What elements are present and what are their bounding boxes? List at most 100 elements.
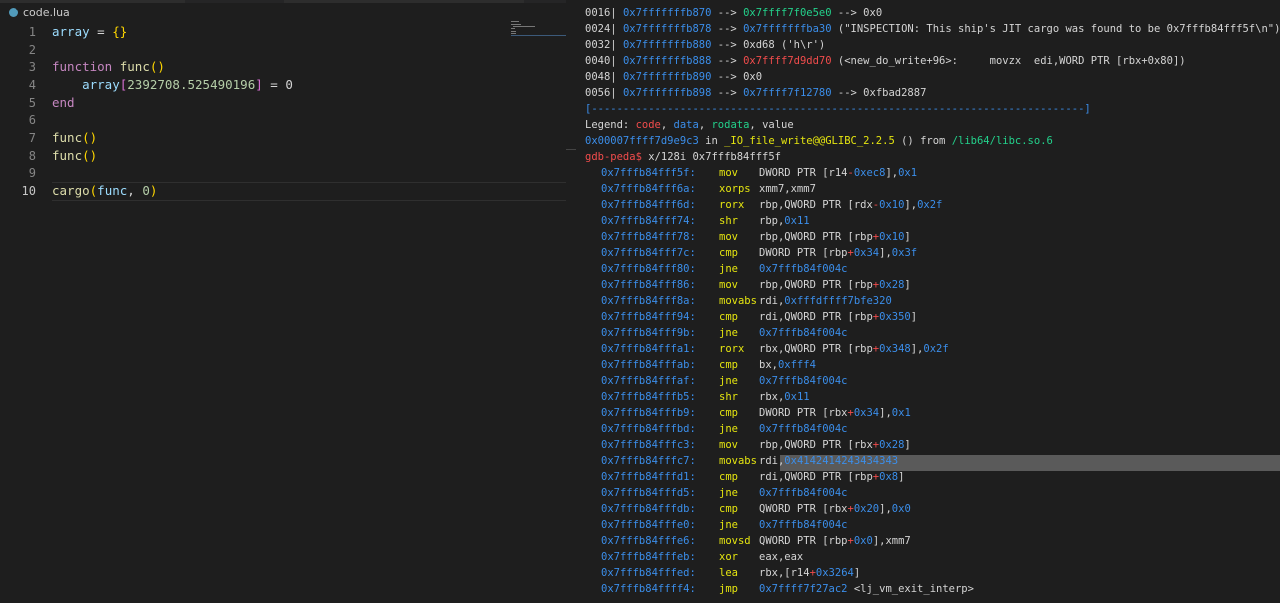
- asm-mnemonic: mov: [719, 279, 738, 291]
- token-brace: {}: [112, 24, 128, 39]
- token-assignment: = 0: [262, 77, 293, 92]
- stopped-line: 0x00007ffff7d9e9c3 in _IO_file_write@@GL…: [585, 133, 1053, 149]
- asm-operands: xmm7,xmm7: [759, 183, 816, 195]
- stack-line: 0056| 0x7fffffffb898 --> 0x7ffff7f12780 …: [585, 85, 926, 101]
- asm-operands: DWORD PTR [r14-0xec8],0x1: [759, 167, 918, 179]
- legend-value: value: [762, 119, 794, 131]
- stack-arrow: -->: [711, 39, 744, 51]
- token-bracket: ]: [255, 77, 263, 92]
- asm-address: 0x7fffb84fffd1:: [601, 471, 696, 483]
- asm-line: 0x7fffb84fffa1: rorx rbx,QWORD PTR [rbp+0x…: [601, 341, 949, 357]
- legend-rodata: rodata: [711, 119, 750, 131]
- asm-mnemonic: cmp: [719, 471, 738, 483]
- code-line-8[interactable]: func(): [52, 147, 97, 165]
- asm-operands: rbx,[r14+0x3264]: [759, 567, 861, 579]
- token-keyword: function: [52, 59, 113, 74]
- divider-mark: [566, 149, 576, 150]
- asm-mnemonic: cmp: [719, 407, 738, 419]
- asm-mnemonic: cmp: [719, 311, 738, 323]
- line-number-current: 10: [21, 184, 36, 198]
- minimap[interactable]: [510, 20, 566, 36]
- asm-line: 0x7fffb84fff6a: xorps xmm7,xmm7: [601, 181, 816, 197]
- split-divider[interactable]: [566, 0, 576, 603]
- code-line-5[interactable]: end: [52, 94, 75, 112]
- token-function: func: [119, 59, 150, 74]
- asm-address: 0x7fffb84fff8a:: [601, 295, 696, 307]
- asm-line: 0x7fffb84fffc7: movabs rdi,0x4142414243434…: [601, 453, 898, 469]
- line-number: 7: [28, 131, 36, 145]
- legend-code: code: [635, 119, 661, 131]
- asm-address: 0x7fffb84fffc7:: [601, 455, 696, 467]
- code-line-7[interactable]: func(): [52, 129, 97, 147]
- asm-operands: rbp,QWORD PTR [rdx-0x10],0x2f: [759, 199, 943, 211]
- editor-tab-code-lua[interactable]: code.lua: [0, 3, 120, 22]
- token-paren: (): [82, 148, 98, 163]
- asm-address: 0x7fffb84fff6d:: [601, 199, 696, 211]
- code-editor[interactable]: code.lua 1 2 3 4 5 6 7 8 9 10 array = {}…: [0, 0, 566, 603]
- stack-detail: (<new_do_write+96>: movzx edi,WORD PTR […: [831, 55, 1186, 67]
- stack-detail: ('h\r'): [774, 39, 826, 51]
- stack-offset: 0056|: [585, 87, 623, 99]
- asm-line: 0x7fffb84fffeb: xor eax,eax: [601, 549, 803, 565]
- asm-mnemonic: jne: [719, 487, 738, 499]
- stack-offset: 0016|: [585, 7, 623, 19]
- line-number: 8: [28, 149, 36, 163]
- asm-mnemonic: movabs: [719, 455, 757, 467]
- tab-label: code.lua: [23, 6, 70, 19]
- asm-line: 0x7fffb84fffe6: movsd QWORD PTR [rbp+0x0],…: [601, 533, 911, 549]
- stack-detail: --> 0xfbad2887: [831, 87, 927, 99]
- asm-mnemonic: lea: [719, 567, 738, 579]
- stopped-library: /lib64/libc.so.6: [951, 135, 1053, 147]
- asm-address: 0x7fffb84fffed:: [601, 567, 696, 579]
- asm-line: 0x7fffb84fffaf: jne 0x7fffb84f004c: [601, 373, 848, 389]
- stack-address: 0x7fffffffb888: [622, 55, 712, 67]
- token-paren: (): [149, 59, 165, 74]
- asm-operands: 0x7fffb84f004c: [759, 375, 848, 387]
- code-line-3[interactable]: function func(): [52, 58, 165, 76]
- asm-line: 0x7fffb84fff74: shr rbp,0x11: [601, 213, 810, 229]
- asm-operands: DWORD PTR [rbx+0x34],0x1: [759, 407, 911, 419]
- asm-operands: rdi,QWORD PTR [rbp+0x350]: [759, 311, 918, 323]
- stopped-function: _IO_file_write@@GLIBC_2.2.5: [724, 135, 895, 147]
- legend-data: data: [673, 119, 699, 131]
- asm-address: 0x7fffb84fffa1:: [601, 343, 696, 355]
- token-comma: ,: [127, 183, 143, 198]
- gdb-prompt: gdb-peda$: [585, 151, 642, 163]
- stack-value: 0x0: [743, 71, 763, 83]
- asm-operands: rdi,0xfffdffff7bfe320: [759, 295, 892, 307]
- asm-operands: rdi,QWORD PTR [rbp+0x8]: [759, 471, 905, 483]
- stack-detail: --> 0x0: [831, 7, 883, 19]
- asm-address: 0x7fffb84fffb5:: [601, 391, 696, 403]
- asm-line: 0x7fffb84fff86: mov rbp,QWORD PTR [rbp+0x2…: [601, 277, 911, 293]
- stack-address: 0x7fffffffb890: [622, 71, 712, 83]
- terminal-panel[interactable]: 0016| 0x7fffffffb870 --> 0x7ffff7f0e5e0 …: [576, 0, 1280, 603]
- stopped-address: 0x00007ffff7d9e9c3: [585, 135, 699, 147]
- asm-address: 0x7fffb84fff9b:: [601, 327, 696, 339]
- token-operator: =: [89, 24, 113, 39]
- asm-operands: rdi,0x4142414243434343: [759, 455, 899, 467]
- asm-line: 0x7fffb84fffd1: cmp rdi,QWORD PTR [rbp+0x8…: [601, 469, 904, 485]
- asm-operands: 0x7fffb84f004c: [759, 327, 848, 339]
- code-line-10[interactable]: cargo(func, 0): [52, 182, 157, 200]
- asm-mnemonic: mov: [719, 231, 738, 243]
- legend-label: Legend:: [585, 119, 636, 131]
- asm-line: 0x7fffb84fffb9: cmp DWORD PTR [rbx+0x34],0…: [601, 405, 911, 421]
- asm-line: 0x7fffb84fff6d: rorx rbp,QWORD PTR [rdx-0x…: [601, 197, 942, 213]
- asm-line: 0x7fffb84fffab: cmp bx,0xfff4: [601, 357, 816, 373]
- stack-offset: 0024|: [585, 23, 623, 35]
- asm-mnemonic: rorx: [719, 199, 745, 211]
- token-number: 0: [142, 183, 150, 198]
- line-number: 5: [28, 96, 36, 110]
- asm-line: 0x7fffb84fff94: cmp rdi,QWORD PTR [rbp+0x3…: [601, 309, 917, 325]
- line-number: 6: [28, 113, 36, 127]
- asm-address: 0x7fffb84fff78:: [601, 231, 696, 243]
- asm-address: 0x7fffb84fffeb:: [601, 551, 696, 563]
- line-number: 4: [28, 78, 36, 92]
- asm-mnemonic: cmp: [719, 359, 738, 371]
- asm-operands: rbp,0x11: [759, 215, 810, 227]
- asm-mnemonic: shr: [719, 215, 738, 227]
- stack-line: 0032| 0x7fffffffb880 --> 0xd68 ('h\r'): [585, 37, 825, 53]
- code-line-4[interactable]: array[2392708.525490196] = 0: [52, 76, 293, 94]
- prompt-line[interactable]: gdb-peda$ x/128i 0x7fffb84fff5f: [585, 149, 781, 165]
- code-line-1[interactable]: array = {}: [52, 23, 127, 41]
